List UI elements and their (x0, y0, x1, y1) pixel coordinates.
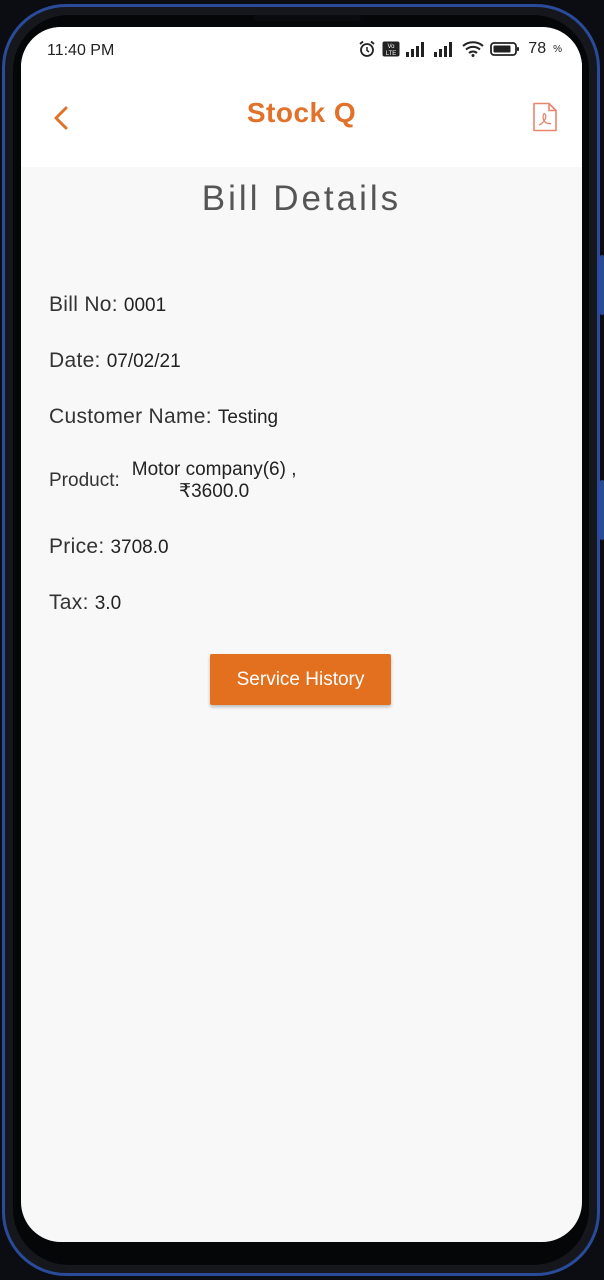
price-label: Price: (49, 535, 105, 558)
signal-icon (406, 42, 425, 57)
screen: 11:40 PM Vo LTE 78 % Stock Q Bill Detail… (21, 27, 582, 1242)
battery-icon (490, 42, 520, 56)
product-label: Product: (49, 470, 120, 491)
volte-icon: Vo LTE (382, 41, 400, 57)
bill-no-label: Bill No: (49, 293, 118, 316)
tax-label: Tax: (49, 591, 89, 614)
app-title: Stock Q (246, 97, 357, 128)
product-row: Product: Motor company(6) , ₹3600.0 (49, 459, 297, 503)
volume-button (600, 255, 604, 315)
date-row: Date: 07/02/21 (49, 349, 181, 373)
status-icons: Vo LTE 78 % (358, 40, 562, 58)
status-bar: 11:40 PM Vo LTE 78 % (21, 27, 582, 75)
speaker-grille (253, 15, 361, 21)
tax-value: 3.0 (94, 593, 122, 614)
pdf-file-icon[interactable] (532, 102, 558, 132)
customer-label: Customer Name: (49, 405, 212, 428)
wifi-icon (462, 41, 484, 57)
product-value: Motor company(6) , ₹3600.0 (132, 459, 297, 503)
customer-value: Testing (217, 407, 279, 428)
page-title: Bill Details (201, 179, 402, 218)
price-value: 3708.0 (110, 537, 169, 558)
product-amount: ₹3600.0 (179, 481, 250, 502)
tax-row: Tax: 3.0 (49, 591, 121, 615)
battery-unit: % (553, 43, 562, 55)
alarm-icon (359, 40, 375, 57)
svg-text:Vo: Vo (388, 44, 396, 50)
svg-text:LTE: LTE (386, 51, 397, 57)
service-history-button[interactable]: Service History (210, 654, 391, 705)
power-button (600, 480, 604, 540)
date-value: 07/02/21 (106, 351, 181, 372)
product-name: Motor company(6) , (131, 459, 297, 480)
bill-no-value: 0001 (123, 295, 167, 316)
price-row: Price: 3708.0 (49, 535, 169, 559)
signal-icon (434, 42, 453, 57)
customer-row: Customer Name: Testing (49, 405, 278, 429)
bill-no-row: Bill No: 0001 (49, 293, 166, 317)
date-label: Date: (49, 349, 101, 372)
app-bar: Stock Q (21, 75, 582, 167)
battery-level: 78 (528, 40, 547, 57)
status-time: 11:40 PM (47, 42, 115, 59)
